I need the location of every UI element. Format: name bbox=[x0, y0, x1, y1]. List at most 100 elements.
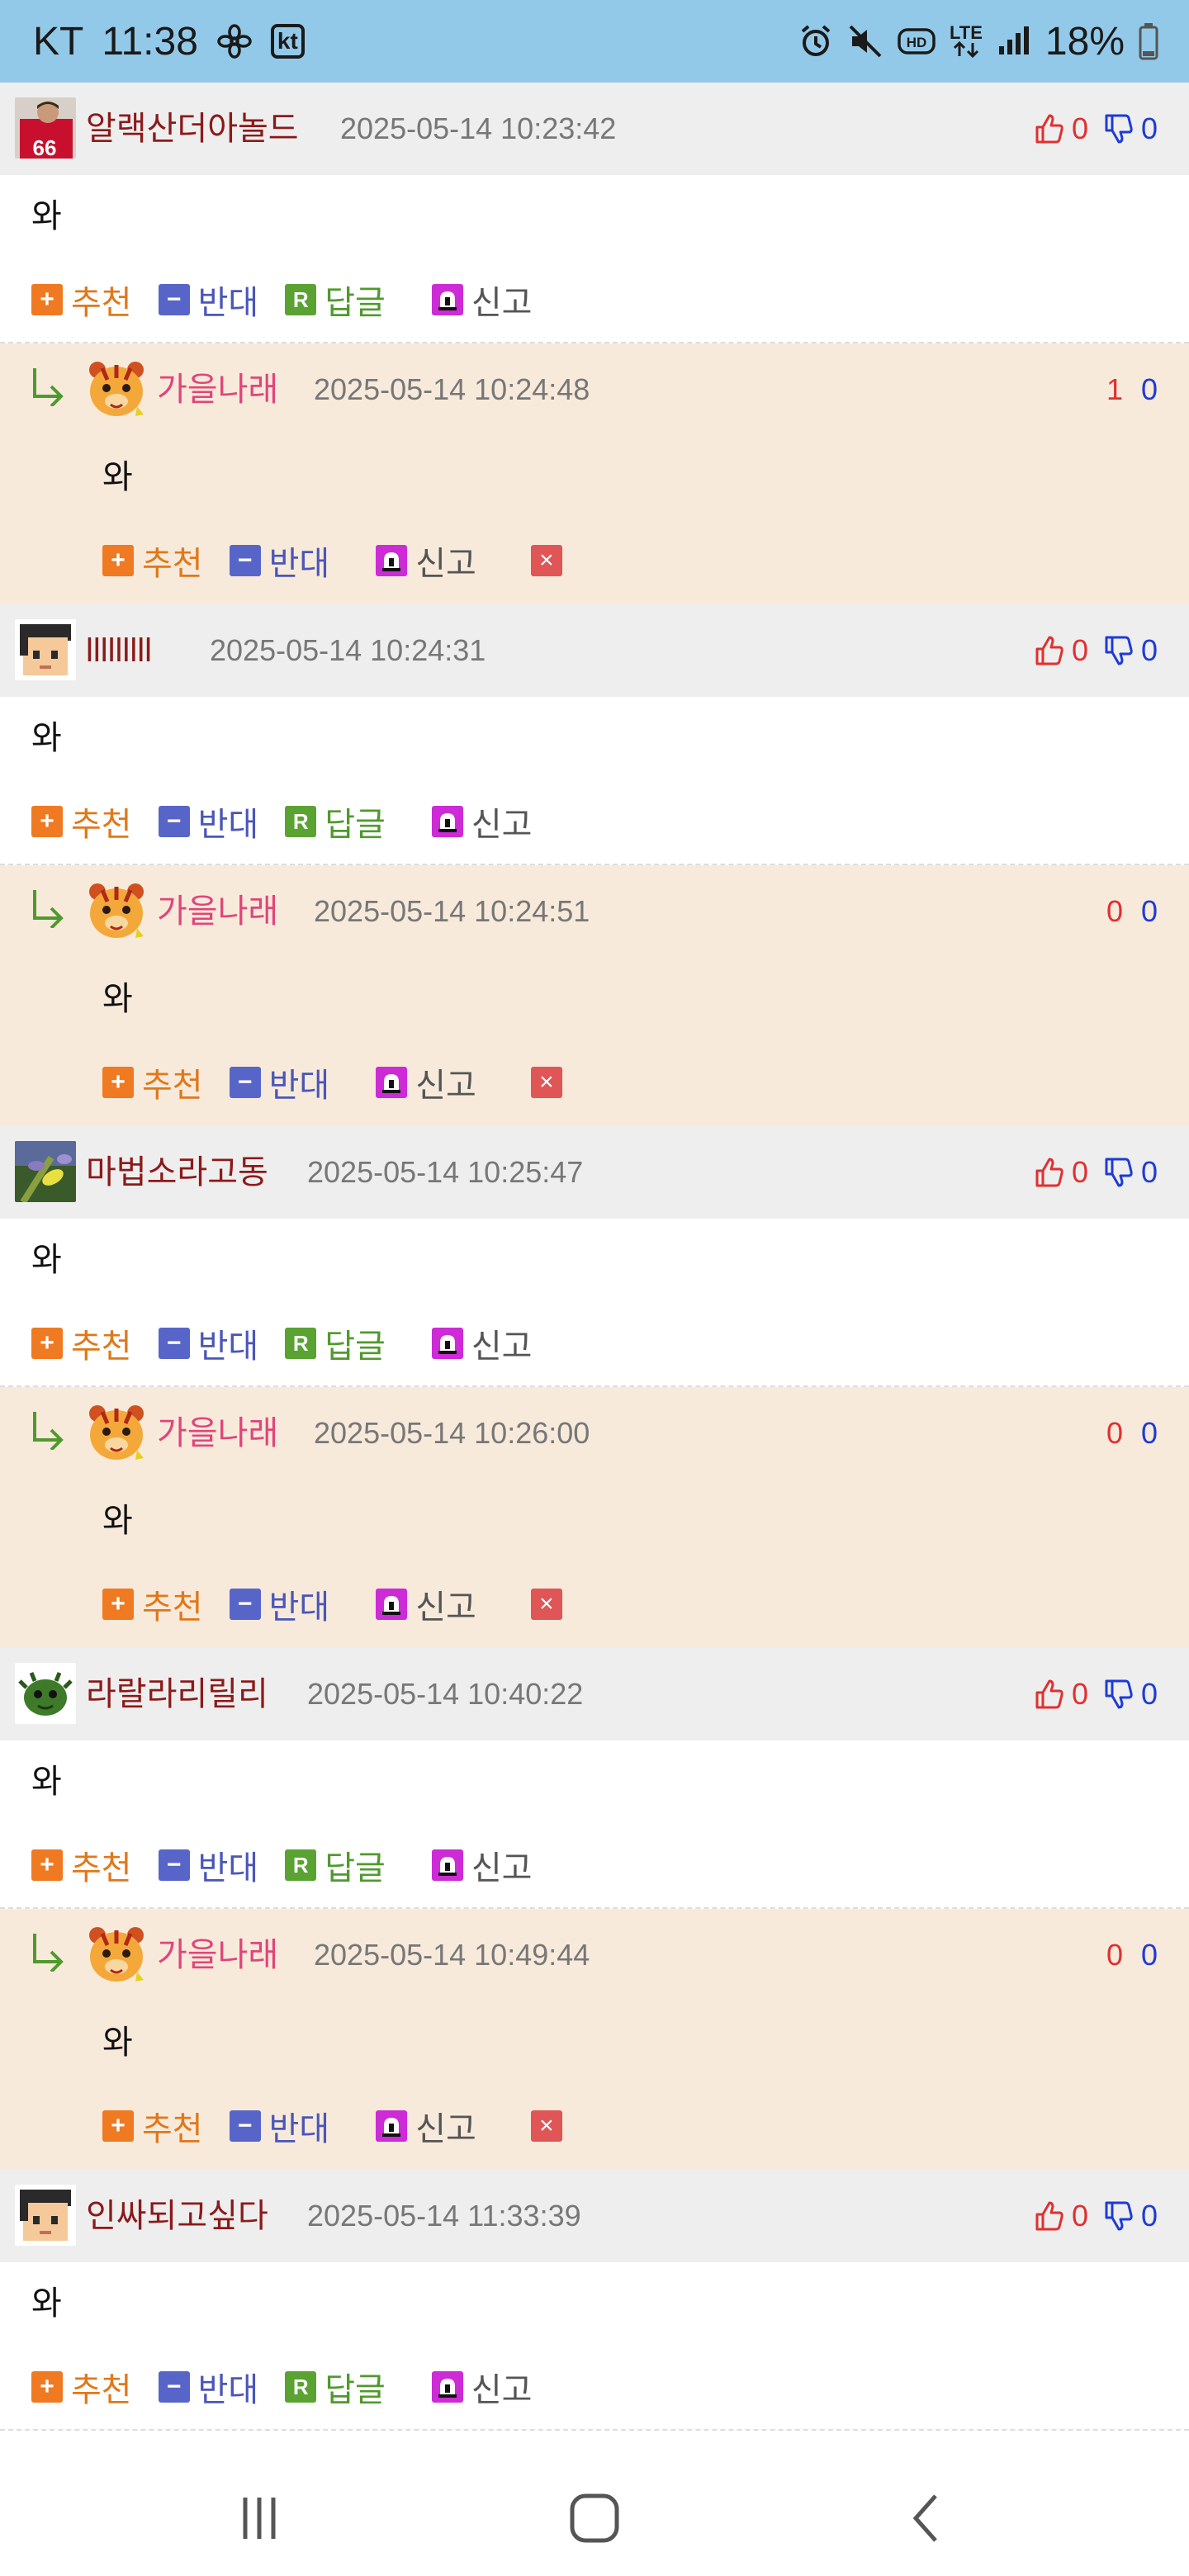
recommend-button[interactable]: + 추천 bbox=[102, 2102, 203, 2150]
report-label: 신고 bbox=[415, 546, 476, 582]
oppose-button[interactable]: − 반대 bbox=[229, 537, 329, 585]
recommend-button[interactable]: + 추천 bbox=[31, 2363, 132, 2411]
comment-actions: + 추천 − 반대 R 답글 신고 bbox=[31, 793, 558, 850]
upvote-count: 0 bbox=[1071, 1155, 1088, 1189]
thumbs-up-icon bbox=[1035, 636, 1063, 665]
fan-icon bbox=[216, 23, 253, 59]
siren-icon bbox=[431, 2371, 463, 2403]
recommend-button[interactable]: + 추천 bbox=[31, 798, 132, 845]
report-button[interactable]: 신고 bbox=[376, 1580, 476, 1628]
home-icon bbox=[570, 2493, 619, 2543]
oppose-button[interactable]: − 반대 bbox=[158, 2363, 259, 2411]
avatar-tiger[interactable] bbox=[86, 358, 147, 419]
oppose-button[interactable]: − 반대 bbox=[229, 1580, 329, 1628]
nickname[interactable]: 가을나래 bbox=[157, 365, 278, 414]
lte-icon: LTE bbox=[950, 24, 983, 58]
reply-button[interactable]: R 답글 bbox=[285, 1319, 386, 1367]
minus-icon: − bbox=[158, 1328, 190, 1359]
plus-icon: + bbox=[102, 1589, 134, 1620]
battery-icon bbox=[1138, 21, 1159, 61]
nickname[interactable]: 가을나래 bbox=[157, 887, 278, 936]
delete-icon[interactable]: × bbox=[530, 1067, 562, 1098]
thumbs-up-icon bbox=[1035, 114, 1063, 144]
nickname[interactable]: 가을나래 bbox=[157, 1930, 278, 1980]
oppose-button[interactable]: − 반대 bbox=[158, 798, 259, 845]
report-button[interactable]: 신고 bbox=[376, 1058, 476, 1106]
reply-comment: 가을나래 2025-05-14 10:26:00 0 0 와 + 추천 − 반대 신고 × bbox=[0, 1387, 1189, 1648]
recommend-button[interactable]: + 추천 bbox=[31, 276, 132, 324]
recommend-button[interactable]: + 추천 bbox=[102, 537, 203, 585]
reply-button[interactable]: R 답글 bbox=[285, 276, 386, 324]
reply-comment: 가을나래 2025-05-14 10:49:44 0 0 와 + 추천 − 반대 신고 × bbox=[0, 1909, 1189, 2170]
downvote-count: 0 bbox=[1140, 633, 1158, 667]
thumbs-up-icon bbox=[1035, 1158, 1063, 1187]
nickname[interactable]: 마법소라고동 bbox=[86, 1148, 268, 1197]
report-button[interactable]: 신고 bbox=[431, 276, 532, 324]
nickname[interactable]: 가을나래 bbox=[157, 1409, 278, 1458]
delete-icon[interactable]: × bbox=[530, 545, 562, 576]
delete-icon[interactable]: × bbox=[530, 1589, 562, 1620]
vote-counts: 00 bbox=[1106, 887, 1158, 936]
comment-list: 66 알랙산더아놀드 2025-05-14 10:23:42 0 0 와 + 추천 − 반대 R 답글… bbox=[0, 83, 1189, 2431]
oppose-button[interactable]: − 반대 bbox=[229, 2102, 329, 2150]
avatar-green-creature[interactable] bbox=[15, 1663, 76, 1724]
oppose-button[interactable]: − 반대 bbox=[229, 1058, 329, 1106]
report-label: 신고 bbox=[415, 1068, 476, 1104]
avatar-tiger[interactable] bbox=[86, 1924, 147, 1985]
reply-r-icon: R bbox=[285, 284, 317, 315]
recent-apps-button[interactable] bbox=[218, 2485, 301, 2551]
recommend-button[interactable]: + 추천 bbox=[31, 1841, 132, 1889]
nickname[interactable]: 인싸되고싶다 bbox=[86, 2191, 268, 2241]
oppose-label: 반대 bbox=[197, 2372, 259, 2408]
report-button[interactable]: 신고 bbox=[431, 1319, 532, 1367]
report-button[interactable]: 신고 bbox=[376, 537, 476, 585]
nickname[interactable]: lllllllll bbox=[86, 626, 152, 675]
avatar-flower[interactable] bbox=[15, 1141, 76, 1202]
minus-icon: − bbox=[229, 2110, 261, 2142]
minus-icon: − bbox=[229, 1067, 261, 1098]
avatar-pixel-face[interactable] bbox=[15, 2185, 76, 2246]
status-bar: KT 11:38 kt HD LTE 18% bbox=[0, 0, 1189, 83]
nickname[interactable]: 알랙산더아놀드 bbox=[86, 104, 299, 154]
home-button[interactable] bbox=[553, 2485, 636, 2551]
oppose-label: 반대 bbox=[197, 807, 259, 843]
avatar-tiger[interactable] bbox=[86, 1402, 147, 1463]
reply-r-icon: R bbox=[285, 806, 317, 837]
comment-date: 2025-05-14 10:49:44 bbox=[314, 1938, 590, 1972]
oppose-button[interactable]: − 반대 bbox=[158, 276, 258, 324]
back-button[interactable] bbox=[887, 2485, 969, 2551]
report-button[interactable]: 신고 bbox=[431, 1841, 532, 1889]
svg-text:HD: HD bbox=[907, 35, 927, 50]
siren-icon bbox=[431, 1328, 463, 1359]
report-button[interactable]: 신고 bbox=[431, 2363, 532, 2411]
report-button[interactable]: 신고 bbox=[376, 2102, 476, 2150]
avatar-tiger[interactable] bbox=[86, 880, 147, 941]
upvote-count: 0 bbox=[1106, 1416, 1123, 1450]
reply-label: 답글 bbox=[324, 1850, 386, 1887]
recommend-button[interactable]: + 추천 bbox=[102, 1058, 203, 1106]
clock: 11:38 bbox=[102, 19, 198, 64]
reply-button[interactable]: R 답글 bbox=[285, 2363, 386, 2411]
recommend-button[interactable]: + 추천 bbox=[102, 1580, 203, 1628]
nickname[interactable]: 라랄라리릴리 bbox=[86, 1669, 268, 1719]
reply-button[interactable]: R 답글 bbox=[285, 798, 386, 845]
reply-button[interactable]: R 답글 bbox=[285, 1841, 386, 1889]
comment-actions: + 추천 − 반대 R 답글 신고 bbox=[31, 1836, 558, 1894]
avatar-pixel-face[interactable] bbox=[15, 619, 76, 680]
reply-r-icon: R bbox=[285, 1849, 317, 1881]
oppose-button[interactable]: − 반대 bbox=[158, 1841, 258, 1889]
report-button[interactable]: 신고 bbox=[431, 798, 532, 845]
thumbs-down-icon bbox=[1105, 1158, 1133, 1187]
recommend-button[interactable]: + 추천 bbox=[31, 1319, 132, 1367]
carrier-label: KT bbox=[33, 19, 84, 64]
downvote-count: 0 bbox=[1140, 1938, 1158, 1972]
comment-actions: + 추천 − 반대 R 답글 신고 bbox=[31, 271, 558, 329]
siren-icon bbox=[376, 1589, 408, 1620]
oppose-button[interactable]: − 반대 bbox=[158, 1319, 258, 1367]
vote-counts: 00 bbox=[1032, 2191, 1158, 2241]
delete-icon[interactable]: × bbox=[530, 2110, 562, 2142]
battery-percent: 18% bbox=[1045, 19, 1125, 64]
mute-icon bbox=[847, 23, 883, 59]
thumbs-up-icon bbox=[1032, 634, 1065, 667]
avatar-soccer-player[interactable]: 66 bbox=[15, 97, 76, 159]
